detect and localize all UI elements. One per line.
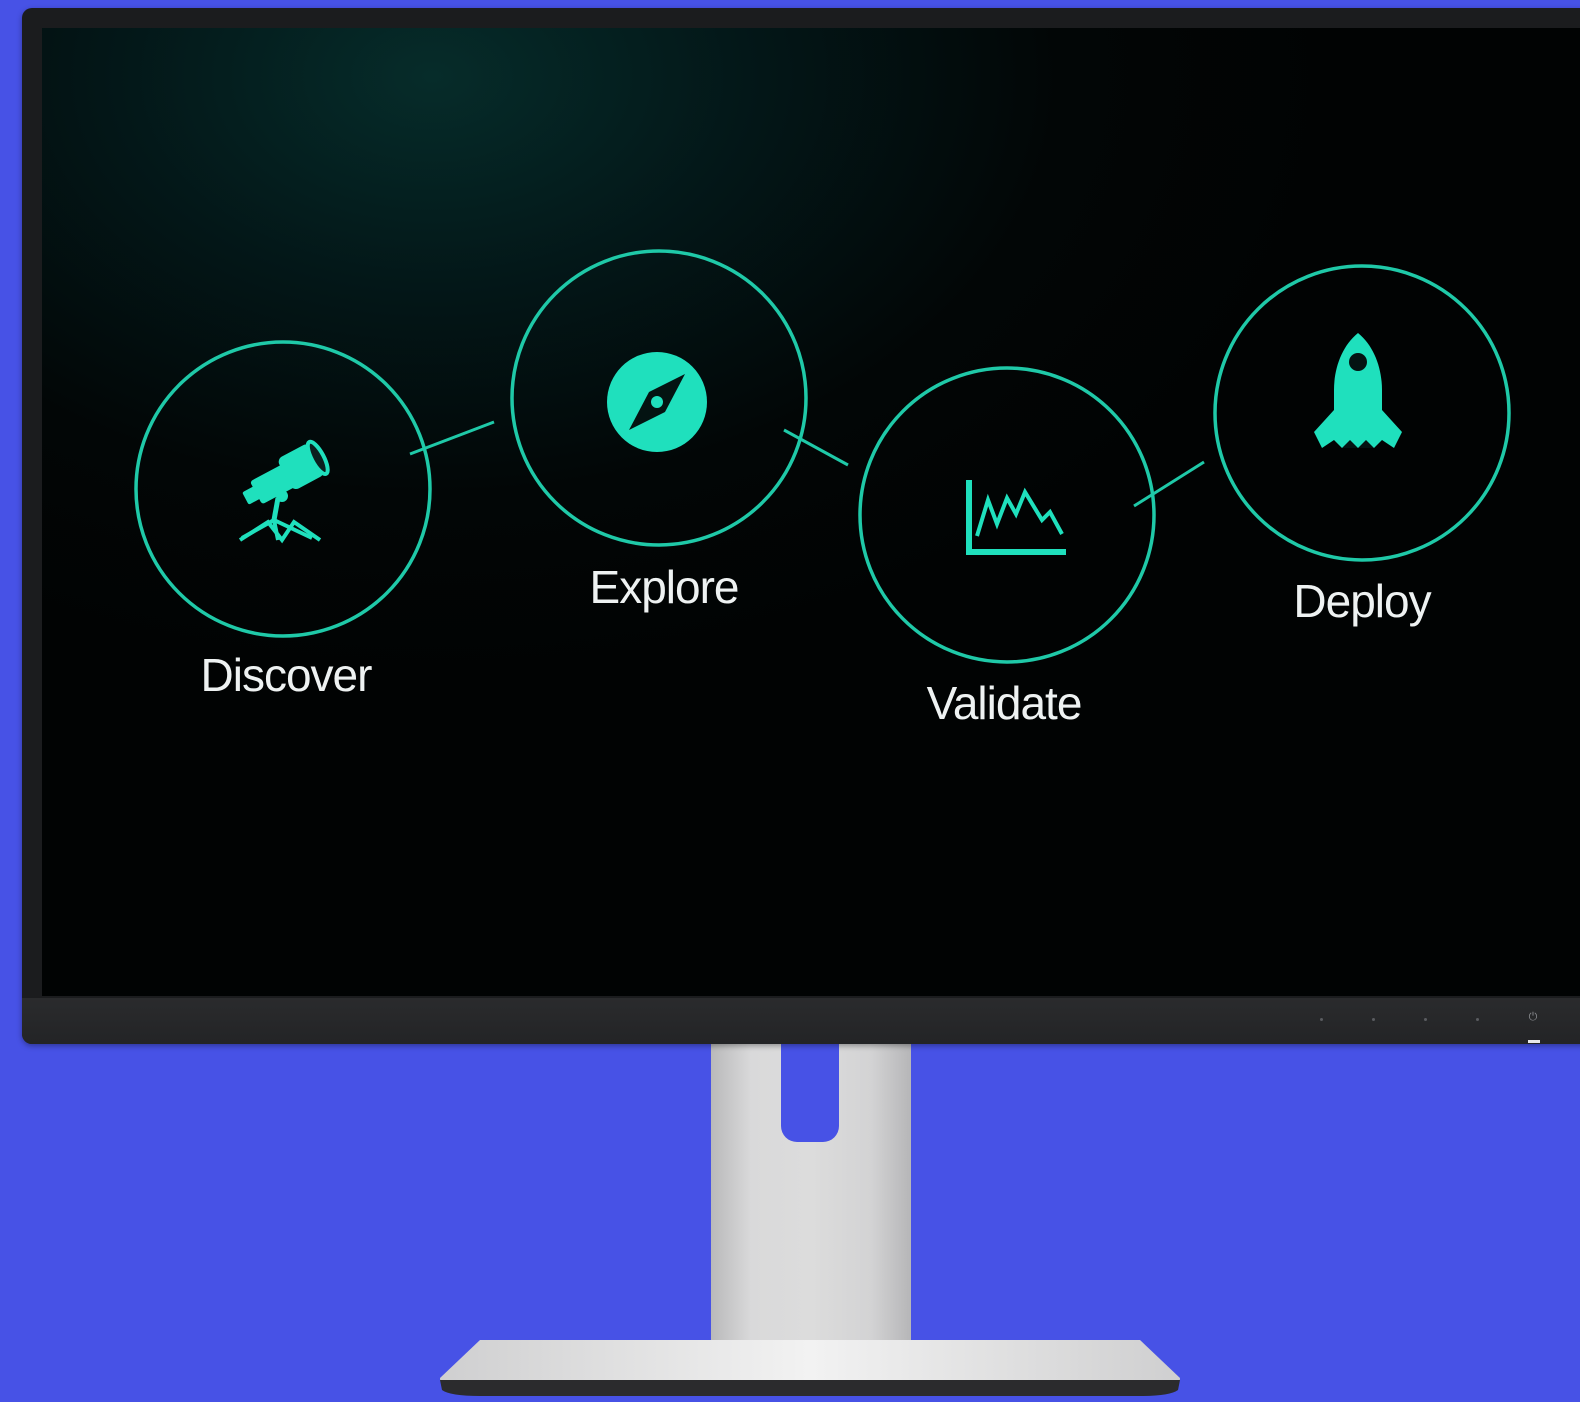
monitor-button[interactable]	[1476, 1018, 1479, 1021]
line-chart-icon	[966, 480, 1066, 555]
telescope-icon	[238, 439, 330, 544]
compass-icon	[607, 352, 707, 452]
cable-cutout	[781, 1044, 839, 1142]
scene: Discover Explore Validate Deploy ⏻	[0, 0, 1580, 1402]
monitor: Discover Explore Validate Deploy ⏻	[22, 8, 1580, 1044]
power-icon[interactable]: ⏻	[1526, 1010, 1540, 1024]
connector-line	[1133, 460, 1205, 508]
step-circle-validate	[858, 366, 1156, 664]
step-label-discover: Discover	[200, 649, 373, 701]
step-label-deploy: Deploy	[1293, 575, 1431, 627]
monitor-button[interactable]	[1372, 1018, 1375, 1021]
monitor-button[interactable]	[1424, 1018, 1427, 1021]
process-diagram	[134, 249, 1511, 664]
screen: Discover Explore Validate Deploy	[42, 28, 1580, 996]
monitor-stand-neck	[711, 1044, 911, 1342]
monitor-bezel-bottom: ⏻	[22, 998, 1580, 1044]
step-label-explore: Explore	[589, 561, 740, 613]
step-label-validate: Validate	[926, 677, 1083, 729]
monitor-stand-base	[440, 1340, 1180, 1396]
rocket-icon	[1314, 333, 1402, 448]
monitor-button[interactable]	[1320, 1018, 1323, 1021]
power-led	[1528, 1040, 1540, 1043]
